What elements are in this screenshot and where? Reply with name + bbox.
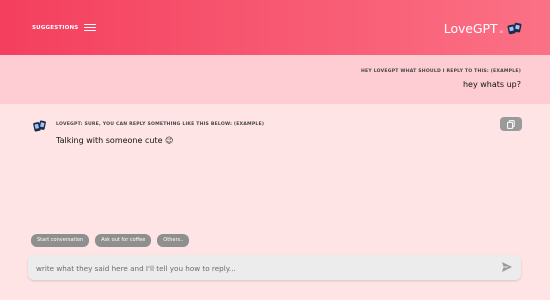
send-icon[interactable] xyxy=(501,261,513,273)
user-question: HEY LOVEGPT WHAT SHOULD I REPLY TO THIS:… xyxy=(0,55,550,104)
chip-ask-out-coffee[interactable]: Ask out for coffee xyxy=(95,234,152,247)
suggestions-toggle[interactable]: SUGGESTIONS xyxy=(32,23,97,32)
chip-others[interactable]: Others.. xyxy=(157,234,190,247)
question-text: hey whats up? xyxy=(462,80,521,89)
app-header: SUGGESTIONS LoveGPT ai xyxy=(0,0,550,55)
brand-sub: ai xyxy=(499,28,503,34)
question-label: HEY LOVEGPT WHAT SHOULD I REPLY TO THIS:… xyxy=(361,69,521,74)
brand: LoveGPT ai xyxy=(444,20,524,36)
suggestions-label: SUGGESTIONS xyxy=(32,24,79,31)
menu-icon[interactable] xyxy=(84,23,97,32)
answer-label: LOVEGPT: SURE, YOU CAN REPLY SOMETHING L… xyxy=(56,122,265,127)
logo-icon xyxy=(507,22,522,34)
chip-start-conversation[interactable]: Start conversation xyxy=(31,234,90,247)
avatar-icon xyxy=(33,120,46,132)
message-input[interactable] xyxy=(34,259,488,278)
answer-text: Talking with someone cute 😉 xyxy=(56,136,174,145)
copy-icon xyxy=(507,119,515,129)
suggestion-chips: Start conversation Ask out for coffee Ot… xyxy=(31,234,190,247)
brand-name: LoveGPT xyxy=(443,20,498,36)
copy-button[interactable] xyxy=(500,117,522,131)
assistant-answer: LOVEGPT: SURE, YOU CAN REPLY SOMETHING L… xyxy=(32,117,522,157)
message-composer xyxy=(28,255,521,280)
